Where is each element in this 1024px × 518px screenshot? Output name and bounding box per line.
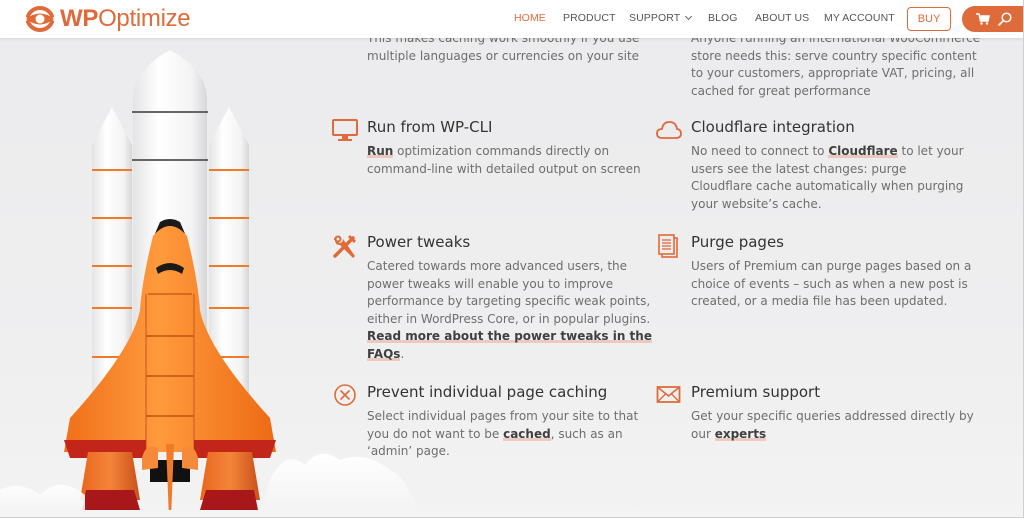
feature-description: Users of Premium can purge pages based o…	[691, 258, 981, 311]
description-text: Catered towards more advanced users, the…	[367, 259, 651, 326]
feature-description: Get your specific queries addressed dire…	[691, 408, 981, 443]
description-text: optimization commands directly on comman…	[367, 144, 641, 176]
nav-product[interactable]: PRODUCT	[563, 12, 616, 24]
cloud-icon	[656, 121, 682, 139]
feature-title: Prevent individual page caching	[367, 383, 608, 401]
logo-text: WPOptimize	[60, 5, 191, 32]
feature-title: Premium support	[691, 383, 821, 401]
chevron-down-icon	[685, 12, 693, 21]
inline-link[interactable]: Read more about the power tweaks in the …	[367, 329, 652, 361]
inline-link[interactable]: cached	[503, 426, 551, 441]
nav-support-label: SUPPORT	[629, 12, 681, 24]
tools-icon	[333, 235, 356, 258]
logo[interactable]: WPOptimize	[24, 4, 191, 34]
nav-blog[interactable]: BLOG	[708, 12, 738, 24]
feature-description: Run optimization commands directly on co…	[367, 143, 667, 178]
description-text: No need to connect to	[691, 144, 829, 158]
cart-search-pill	[962, 6, 1023, 32]
feature-title: Cloudflare integration	[691, 118, 855, 136]
feature-title: Purge pages	[691, 233, 784, 251]
site-header: WPOptimize HOME PRODUCT SUPPORT BLOG ABO…	[0, 0, 1023, 38]
search-icon[interactable]	[998, 12, 1012, 26]
inline-link[interactable]: Run	[367, 144, 394, 158]
nav-about-us[interactable]: ABOUT US	[755, 12, 809, 24]
nav-home[interactable]: HOME	[514, 12, 546, 24]
inline-link[interactable]: Cloudflare	[828, 144, 898, 158]
monitor-icon	[332, 119, 358, 141]
nav-my-account[interactable]: MY ACCOUNT	[824, 12, 895, 24]
nav-support[interactable]: SUPPORT	[629, 12, 693, 24]
description-text: .	[400, 346, 405, 361]
feature-title: Power tweaks	[367, 233, 471, 251]
description-text: Users of Premium can purge pages based o…	[691, 259, 972, 308]
feature-description: No need to connect to Cloudflare to let …	[691, 143, 966, 213]
cart-icon[interactable]	[976, 13, 990, 25]
feature-description: Select individual pages from your site t…	[367, 408, 652, 461]
page: WPOptimize HOME PRODUCT SUPPORT BLOG ABO…	[0, 0, 1024, 518]
feature-description: Catered towards more advanced users, the…	[367, 258, 657, 363]
envelope-icon	[656, 386, 681, 403]
partial-feature-text-right: Anyone running an international WooComme…	[691, 31, 981, 98]
circle-x-icon	[334, 384, 356, 406]
rocket-illustration	[64, 50, 276, 517]
logo-eye-icon	[26, 6, 54, 32]
inline-link[interactable]: experts	[714, 426, 767, 441]
documents-icon	[658, 234, 678, 258]
buy-button[interactable]: BUY	[907, 7, 951, 31]
feature-title: Run from WP-CLI	[367, 118, 493, 136]
